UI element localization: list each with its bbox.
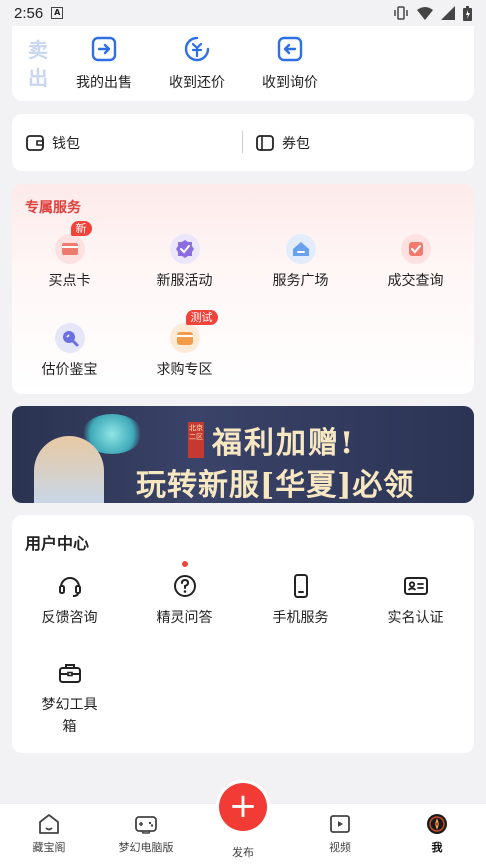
- buy-card-button[interactable]: 新 买点卡: [12, 221, 127, 290]
- vibrate-icon: [394, 6, 408, 20]
- service-plaza-button[interactable]: 服务广场: [243, 234, 358, 290]
- banner-seal: 北京二区: [188, 422, 204, 458]
- signal-icon: [441, 6, 455, 20]
- toolbox-icon: [58, 664, 81, 683]
- me-compass-icon: [427, 814, 447, 834]
- wallet-divider: [242, 131, 243, 153]
- home-plaza-icon: [285, 234, 316, 264]
- sell-vertical-label: 卖出: [28, 38, 48, 90]
- user-center-card: 用户中心 反馈咨询 精灵问答 手机服务 实名认证 梦幻工具 箱: [12, 515, 474, 753]
- faq-label: 精灵问答: [156, 610, 213, 626]
- counter-offer-button[interactable]: 收到还价: [152, 36, 242, 92]
- coupon-icon: [256, 134, 274, 151]
- mobile-service-label: 手机服务: [272, 610, 329, 626]
- faq-button[interactable]: 精灵问答: [127, 571, 242, 627]
- nav-video[interactable]: 视频: [295, 812, 385, 855]
- notification-a-icon: A: [51, 7, 64, 19]
- check-doc-icon: [400, 234, 431, 264]
- transaction-query-button[interactable]: 成交查询: [358, 234, 473, 290]
- wallet-icon: [26, 134, 44, 151]
- question-icon: [173, 575, 196, 597]
- coupon-button[interactable]: 券包: [242, 133, 472, 153]
- user-center-title: 用户中心: [25, 534, 90, 553]
- battery-icon: [463, 5, 472, 21]
- gamepad-icon: [135, 816, 157, 834]
- sell-card: 卖出 我的出售 收到还价 收到询价: [12, 26, 474, 101]
- phone-icon: [293, 574, 308, 598]
- counter-offer-label: 收到还价: [169, 75, 225, 91]
- exclusive-services-card: 专属服务 新 买点卡 新服活动 服务广场 成交查询 估价鉴宝 测试 求购专区: [12, 184, 474, 394]
- new-tag: 新: [70, 221, 92, 236]
- nav-label-me: 我: [431, 841, 443, 854]
- real-name-auth-button[interactable]: 实名认证: [358, 571, 473, 627]
- wanted-zone-label: 求购专区: [156, 362, 213, 378]
- status-time: 2:56: [14, 4, 44, 22]
- inquiry-button[interactable]: 收到询价: [245, 36, 335, 92]
- faq-notification-dot: [182, 561, 188, 567]
- appraisal-label: 估价鉴宝: [41, 362, 98, 378]
- appraisal-button[interactable]: 估价鉴宝: [12, 323, 127, 379]
- transaction-query-label: 成交查询: [387, 273, 444, 289]
- counter-offer-icon: [184, 36, 210, 62]
- plus-icon: +: [219, 783, 267, 831]
- wallet-label: 钱包: [52, 135, 80, 152]
- new-server-activity-label: 新服活动: [156, 273, 213, 289]
- toolbox-label-line2: 箱: [62, 719, 77, 735]
- feedback-button[interactable]: 反馈咨询: [12, 571, 127, 627]
- buy-card-label: 买点卡: [48, 273, 91, 289]
- new-server-activity-button[interactable]: 新服活动: [127, 234, 242, 290]
- badge-icon: [169, 234, 200, 264]
- magnifier-icon: [54, 323, 85, 353]
- feedback-label: 反馈咨询: [41, 610, 98, 626]
- video-play-icon: [330, 815, 350, 833]
- inquiry-label: 收到询价: [262, 75, 318, 91]
- nav-label-treasure: 藏宝阁: [32, 841, 66, 854]
- inquiry-icon: [277, 36, 303, 62]
- id-card-icon: [403, 577, 428, 595]
- mobile-service-button[interactable]: 手机服务: [243, 571, 358, 627]
- test-tag: 测试: [185, 310, 218, 325]
- banner-line2: 玩转新服[华夏]必领: [136, 468, 415, 503]
- banner-line1: 福利加赠!: [212, 426, 356, 461]
- nav-pc-version[interactable]: 梦幻电脑版: [101, 812, 191, 855]
- toolbox-button[interactable]: 梦幻工具 箱: [12, 658, 127, 736]
- my-sales-button[interactable]: 我的出售: [59, 36, 149, 92]
- real-name-auth-label: 实名认证: [387, 610, 444, 626]
- point-card-icon: [54, 234, 85, 264]
- nav-me[interactable]: 我: [392, 812, 482, 855]
- coupon-label: 券包: [282, 135, 310, 152]
- wallet-card: 钱包 券包: [12, 114, 474, 171]
- wanted-zone-button[interactable]: 测试 求购专区: [127, 310, 242, 379]
- wallet-button[interactable]: 钱包: [12, 133, 242, 153]
- headset-icon: [58, 577, 81, 597]
- my-sales-label: 我的出售: [76, 75, 132, 91]
- status-bar: 2:56 A: [0, 0, 486, 26]
- my-sales-icon: [91, 36, 117, 62]
- service-plaza-label: 服务广场: [272, 273, 329, 289]
- exclusive-services-title: 专属服务: [25, 200, 81, 216]
- banner-character: [34, 436, 104, 503]
- nav-label-pc: 梦幻电脑版: [118, 841, 174, 854]
- nav-label-video: 视频: [329, 841, 351, 854]
- wifi-icon: [417, 7, 433, 20]
- home-icon: [39, 814, 59, 834]
- basket-icon: [169, 323, 200, 353]
- promo-banner[interactable]: 北京二区 福利加赠! 玩转新服[华夏]必领: [12, 406, 474, 503]
- nav-treasure-pavilion[interactable]: 藏宝阁: [4, 812, 94, 855]
- toolbox-label: 梦幻工具: [41, 697, 98, 713]
- nav-label-publish: 发布: [232, 846, 254, 859]
- publish-button[interactable]: +: [216, 780, 270, 834]
